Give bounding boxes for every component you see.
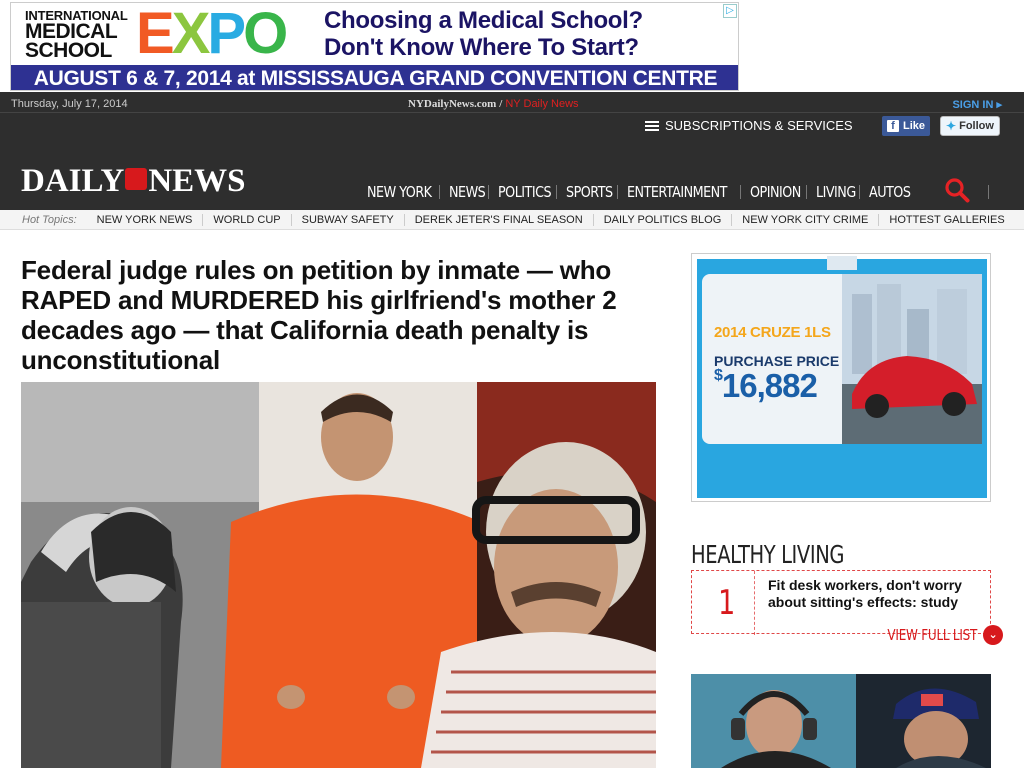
car-ad[interactable]: 2014 CRUZE 1LS PURCHASE PRICE $16,882 bbox=[691, 253, 991, 502]
hot-topic-link[interactable]: DEREK JETER'S FINAL SEASON bbox=[405, 213, 594, 226]
ad-line-school: SCHOOL bbox=[25, 39, 112, 62]
subscriptions-menu[interactable]: SUBSCRIPTIONS & SERVICES bbox=[645, 118, 853, 133]
hero-collage bbox=[21, 382, 656, 768]
nav-divider bbox=[806, 185, 808, 199]
twitter-bird-icon: ✦ bbox=[946, 119, 957, 133]
nav-item-living[interactable]: LIVING bbox=[816, 183, 856, 201]
ad-dates-strip: AUGUST 6 & 7, 2014 at MISSISSAUGA GRAND … bbox=[11, 65, 738, 90]
nav-divider bbox=[988, 185, 989, 199]
facebook-like-label: Like bbox=[902, 120, 925, 132]
healthy-living-rank: 1 bbox=[699, 571, 755, 635]
chevron-down-icon: ⌄ bbox=[983, 625, 1004, 645]
nav-divider bbox=[555, 185, 557, 199]
twitter-follow-button[interactable]: ✦ Follow bbox=[940, 116, 1000, 136]
site-breadcrumb: NYDailyNews.com / NY Daily News bbox=[408, 98, 579, 110]
nav-item-news[interactable]: NEWS bbox=[449, 183, 486, 201]
nav-item-opinion[interactable]: OPINION bbox=[750, 183, 801, 201]
nav-divider bbox=[438, 185, 440, 199]
hot-topic-link[interactable]: HOTTEST GALLERIES bbox=[879, 214, 1014, 226]
brand-row: DAILY NEWS NEW YORK NEWS POLITICS SPORTS… bbox=[0, 140, 1024, 208]
car-ad-model: 2014 CRUZE 1LS bbox=[714, 324, 831, 341]
subscriptions-label: SUBSCRIPTIONS & SERVICES bbox=[665, 118, 853, 133]
logo-emblem-icon bbox=[125, 167, 148, 190]
article-headline[interactable]: Federal judge rules on petition by inmat… bbox=[21, 255, 661, 375]
car-ad-price-value: 16,882 bbox=[721, 367, 818, 404]
logo-text-news: NEWS bbox=[148, 163, 246, 199]
nav-divider bbox=[487, 185, 489, 199]
nav-divider bbox=[616, 185, 618, 199]
ad-logo-block: INTERNATIONAL MEDICAL SCHOOL bbox=[11, 3, 133, 65]
nav-item-autos[interactable]: AUTOS bbox=[869, 183, 911, 201]
healthy-living-heading[interactable]: HEALTHY LIVING bbox=[691, 540, 845, 569]
healthy-living-story[interactable]: Fit desk workers, don't worry about sitt… bbox=[768, 577, 978, 611]
hot-topic-link[interactable]: NEW YORK NEWS bbox=[87, 213, 204, 226]
search-icon[interactable] bbox=[944, 177, 970, 203]
nav-item-sports[interactable]: SPORTS bbox=[566, 183, 613, 201]
facebook-icon: f bbox=[886, 120, 899, 132]
view-full-list-link[interactable]: VIEW FULL LIST ⌄ bbox=[865, 625, 1004, 645]
header-date: Thursday, July 17, 2014 bbox=[11, 98, 128, 110]
ad-expo-wordmark: EXPO bbox=[136, 2, 288, 66]
nav-divider bbox=[858, 185, 860, 199]
hot-topics-label: Hot Topics: bbox=[22, 213, 77, 226]
top-ad-banner[interactable]: INTERNATIONAL MEDICAL SCHOOL EXPO Choosi… bbox=[10, 2, 739, 91]
site-name-link[interactable]: NY Daily News bbox=[505, 98, 578, 110]
hot-topic-link[interactable]: SUBWAY SAFETY bbox=[292, 213, 405, 226]
main-nav: NEW YORK NEWS POLITICS SPORTS ENTERTAINM… bbox=[367, 183, 918, 201]
nav-item-politics[interactable]: POLITICS bbox=[498, 183, 552, 201]
ad-headline-line-1: Choosing a Medical School? bbox=[324, 7, 643, 34]
ad-choices-icon[interactable]: ▷ bbox=[723, 4, 737, 18]
twitter-follow-label: Follow bbox=[959, 120, 994, 132]
view-full-list-label: VIEW FULL LIST bbox=[887, 626, 978, 644]
logo-text-daily: DAILY bbox=[21, 163, 125, 199]
site-url-text[interactable]: NYDailyNews.com bbox=[408, 98, 496, 110]
header-divider bbox=[0, 112, 1024, 113]
video-thumbnail-art bbox=[691, 674, 991, 768]
nav-divider bbox=[740, 185, 742, 199]
article-hero-image[interactable] bbox=[21, 382, 656, 768]
nav-item-new-york[interactable]: NEW YORK bbox=[367, 183, 432, 201]
breadcrumb-separator: / bbox=[499, 98, 503, 110]
nav-item-entertainment[interactable]: ENTERTAINMENT bbox=[627, 183, 727, 201]
hot-topic-link[interactable]: WORLD CUP bbox=[203, 213, 292, 226]
facebook-like-button[interactable]: f Like bbox=[882, 116, 930, 136]
hot-topic-link[interactable]: NEW YORK CITY CRIME bbox=[732, 213, 880, 226]
car-ad-currency: $ bbox=[714, 367, 723, 384]
hot-topic-link[interactable]: DAILY POLITICS BLOG bbox=[594, 213, 733, 226]
daily-news-logo[interactable]: DAILY NEWS bbox=[21, 163, 246, 200]
ad-headline: Choosing a Medical School? Don't Know Wh… bbox=[324, 7, 734, 61]
car-ad-price: $16,882 bbox=[714, 367, 818, 405]
hot-topics-bar: Hot Topics: NEW YORK NEWS WORLD CUP SUBW… bbox=[0, 210, 1024, 230]
hamburger-menu-icon bbox=[645, 120, 659, 131]
video-thumbnail[interactable] bbox=[691, 674, 991, 768]
sign-in-link[interactable]: SIGN IN ▸ bbox=[952, 98, 1002, 111]
ad-headline-line-2: Don't Know Where To Start? bbox=[324, 34, 639, 61]
